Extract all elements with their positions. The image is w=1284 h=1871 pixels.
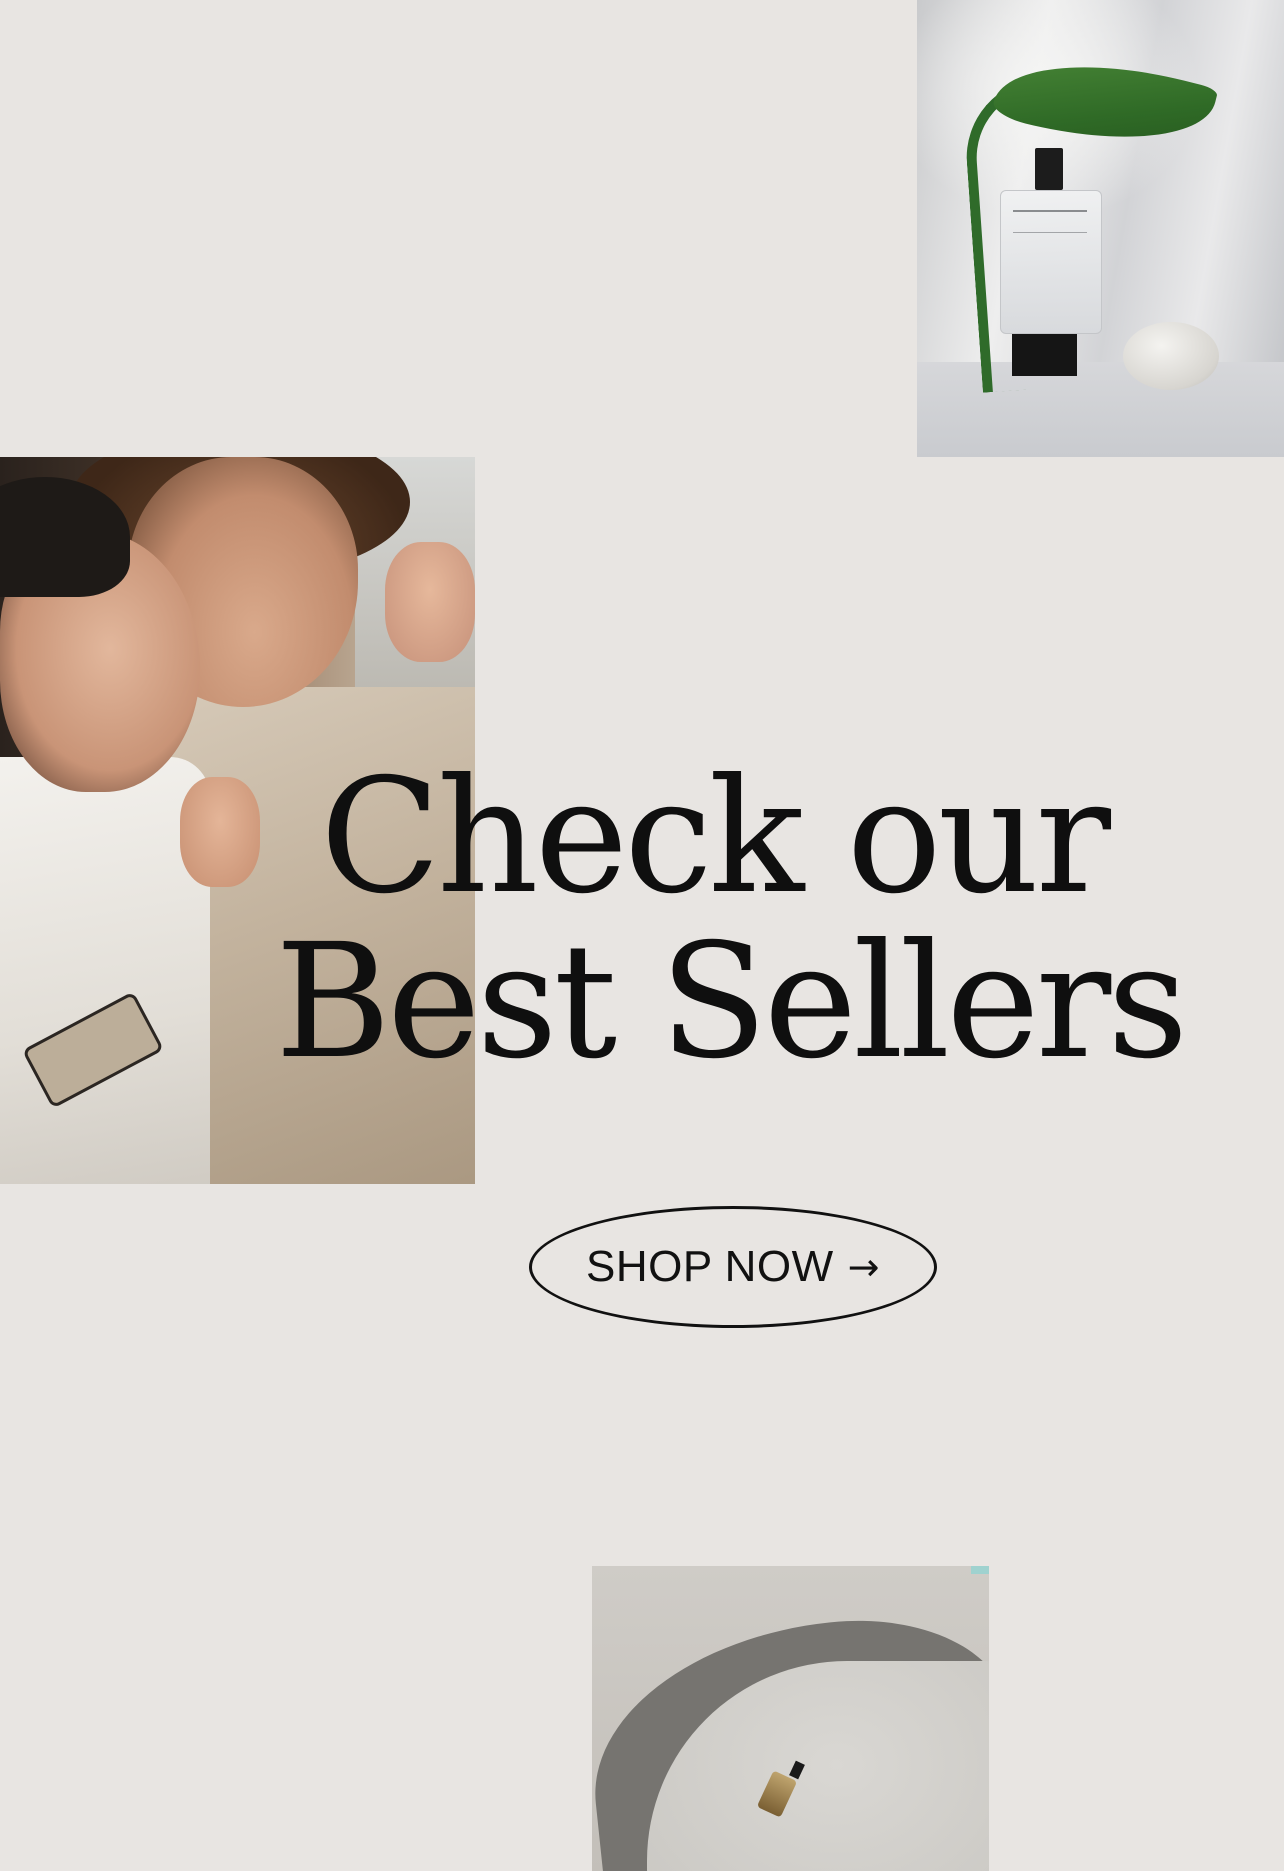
arrow-right-icon: →: [847, 1245, 880, 1289]
bottle-stand: [1012, 334, 1077, 376]
pool-edge: [971, 1566, 989, 1574]
bottle-cap: [1035, 148, 1063, 190]
headline-line-1: Check our: [320, 745, 1111, 929]
bottle-label: [1013, 210, 1087, 233]
white-jacket: [0, 757, 210, 1184]
hand-on-shoulder: [385, 542, 475, 662]
image-floor: [917, 362, 1284, 457]
bench-product-image: [592, 1566, 989, 1871]
perfume-product-image: [917, 0, 1284, 457]
headline-line-2: Best Sellers: [275, 910, 1188, 1094]
shop-now-label: SHOP NOW: [586, 1242, 834, 1291]
shop-now-button[interactable]: SHOP NOW →: [529, 1206, 937, 1328]
headline: Check our Best Sellers: [245, 755, 1245, 1085]
stone: [1123, 322, 1219, 390]
